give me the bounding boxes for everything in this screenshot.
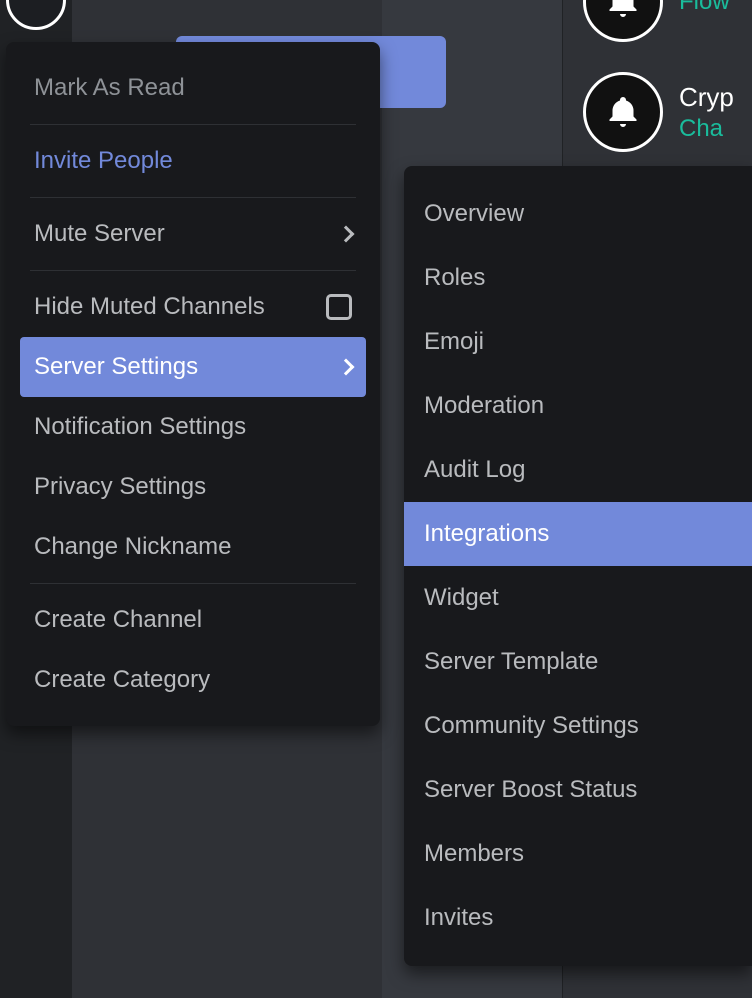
menu-item-label: Notification Settings (34, 413, 246, 441)
menu-item-label: Create Channel (34, 606, 202, 634)
submenu-item-overview[interactable]: Overview (404, 182, 752, 246)
menu-divider (30, 197, 356, 198)
right-panel-link[interactable]: Cha (679, 115, 734, 143)
submenu-item-server-template[interactable]: Server Template (404, 630, 752, 694)
right-panel-row[interactable]: Flow (563, 0, 752, 42)
submenu-item-label: Invites (424, 904, 493, 931)
submenu-item-label: Server Boost Status (424, 776, 637, 803)
menu-divider (30, 270, 356, 271)
menu-item-label: Mark As Read (34, 74, 185, 102)
menu-server-settings[interactable]: Server Settings (20, 337, 366, 397)
bell-icon (605, 0, 641, 20)
menu-change-nickname[interactable]: Change Nickname (20, 517, 366, 577)
submenu-item-label: Roles (424, 264, 485, 291)
notification-avatar (583, 72, 663, 152)
menu-mute-server[interactable]: Mute Server (20, 204, 366, 264)
submenu-item-label: Moderation (424, 392, 544, 419)
submenu-item-label: Community Settings (424, 712, 639, 739)
menu-item-label: Invite People (34, 147, 173, 175)
submenu-item-label: Server Template (424, 648, 598, 675)
menu-notification-settings[interactable]: Notification Settings (20, 397, 366, 457)
submenu-item-label: Overview (424, 200, 524, 227)
submenu-item-community-settings[interactable]: Community Settings (404, 694, 752, 758)
chevron-right-icon (338, 359, 355, 376)
submenu-item-label: Emoji (424, 328, 484, 355)
submenu-item-label: Members (424, 840, 524, 867)
menu-item-label: Privacy Settings (34, 473, 206, 501)
submenu-item-label: Integrations (424, 520, 549, 547)
notification-avatar (583, 0, 663, 42)
chevron-right-icon (338, 226, 355, 243)
menu-create-category[interactable]: Create Category (20, 650, 366, 710)
menu-invite-people[interactable]: Invite People (20, 131, 366, 191)
submenu-item-moderation[interactable]: Moderation (404, 374, 752, 438)
checkbox-icon[interactable] (326, 294, 352, 320)
submenu-item-invites[interactable]: Invites (404, 886, 752, 950)
menu-item-label: Hide Muted Channels (34, 293, 265, 321)
submenu-item-label: Audit Log (424, 456, 525, 483)
submenu-item-members[interactable]: Members (404, 822, 752, 886)
menu-item-label: Mute Server (34, 220, 165, 248)
menu-divider (30, 124, 356, 125)
submenu-item-roles[interactable]: Roles (404, 246, 752, 310)
menu-item-label: Create Category (34, 666, 210, 694)
menu-item-label: Server Settings (34, 353, 198, 381)
submenu-item-label: Widget (424, 584, 499, 611)
menu-privacy-settings[interactable]: Privacy Settings (20, 457, 366, 517)
menu-create-channel[interactable]: Create Channel (20, 590, 366, 650)
server-settings-submenu: Overview Roles Emoji Moderation Audit Log Int… (404, 166, 752, 966)
right-panel-link[interactable]: Flow (679, 0, 730, 16)
right-panel-title: Cryp (679, 82, 734, 113)
menu-divider (30, 583, 356, 584)
server-context-menu: Mark As Read Invite People Mute Server H… (6, 42, 380, 726)
submenu-item-widget[interactable]: Widget (404, 566, 752, 630)
submenu-item-audit-log[interactable]: Audit Log (404, 438, 752, 502)
menu-mark-as-read[interactable]: Mark As Read (20, 58, 366, 118)
submenu-item-integrations[interactable]: Integrations (404, 502, 752, 566)
menu-item-label: Change Nickname (34, 533, 231, 561)
right-panel-row[interactable]: Cryp Cha (563, 72, 752, 152)
menu-hide-muted-channels[interactable]: Hide Muted Channels (20, 277, 366, 337)
bell-icon (605, 94, 641, 130)
submenu-item-server-boost-status[interactable]: Server Boost Status (404, 758, 752, 822)
submenu-item-emoji[interactable]: Emoji (404, 310, 752, 374)
